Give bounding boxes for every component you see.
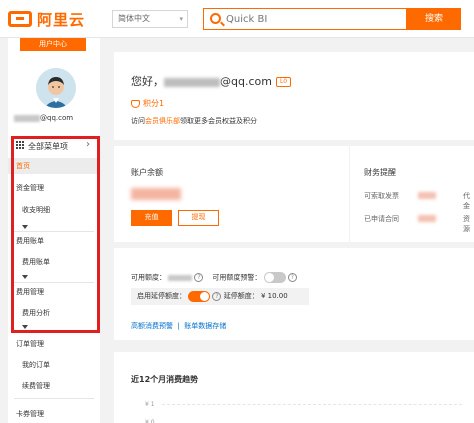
withdraw-button[interactable]: 提现 — [178, 210, 219, 226]
top-bar: 阿里云 简体中文 ▾ 搜索 — [0, 0, 474, 38]
sidebar-item-income-expense[interactable]: 收支明细 — [8, 202, 100, 218]
logo-text: 阿里云 — [37, 10, 86, 29]
all-menu-toggle[interactable]: 全部菜单项 › — [8, 138, 100, 152]
available-credit-row: 可用额度： ? 可用额度预警： ? — [131, 272, 297, 283]
trend-gridline — [162, 404, 462, 405]
help-icon[interactable]: ? — [287, 273, 297, 282]
caret-down-icon[interactable] — [22, 325, 28, 329]
level-badge: L0 — [275, 77, 292, 87]
high-spend-alert-link[interactable]: 高额消费预警 — [131, 322, 173, 330]
greeting-email-suffix: @qq.com — [220, 75, 272, 88]
aliyun-logo-icon — [8, 11, 32, 27]
sidebar: 用户中心 @qq.com 全部菜单项 › 首页 资金管理 收支明细 费用账单 费… — [8, 38, 100, 423]
points-icon — [131, 99, 140, 108]
sidebar-item-home[interactable]: 首页 — [8, 158, 100, 174]
trend-y-tick: ¥ 1 — [145, 401, 155, 408]
greeting-prefix: 您好， — [131, 75, 164, 88]
sidebar-item-cost-analysis[interactable]: 费用分析 — [8, 305, 100, 321]
deferred-amount-label: 延停额度： — [223, 292, 259, 300]
finance-row-voucher[interactable]: 代金 — [463, 191, 474, 211]
contract-value-redaction — [418, 215, 436, 222]
search-icon — [210, 13, 221, 24]
spending-trend-card — [114, 352, 474, 423]
email-redaction — [14, 114, 40, 122]
deferred-credit-bar: 启用延停额度： ? 延停额度： ¥ 10.00 — [131, 288, 309, 305]
available-credit-label: 可用额度： — [131, 273, 166, 282]
deferred-credit-label: 启用延停额度： — [137, 292, 186, 300]
credit-links: 高额消费预警 | 账单数据存储 — [131, 322, 227, 330]
deferred-amount-value: ¥ 10.00 — [260, 292, 288, 300]
avatar-image — [36, 68, 76, 108]
balance-redaction — [131, 188, 181, 200]
chevron-right-icon: › — [86, 139, 90, 150]
visit-suffix: 领取更多会员权益及积分 — [180, 117, 257, 125]
balance-title: 账户余额 — [131, 168, 163, 177]
bill-data-storage-link[interactable]: 账单数据存储 — [184, 322, 226, 330]
sidebar-item-coupon[interactable]: 卡券管理 — [8, 406, 100, 422]
member-visit-text: 访问会员俱乐部领取更多会员权益及积分 — [131, 116, 257, 126]
profile-card — [114, 52, 474, 140]
credit-alert-label: 可用额度预警： — [212, 273, 262, 282]
help-icon[interactable]: ? — [194, 273, 204, 282]
name-redaction — [164, 77, 220, 87]
divider — [14, 282, 94, 283]
avatar[interactable] — [36, 68, 76, 108]
sidebar-item-billing[interactable]: 费用账单 — [8, 233, 100, 249]
caret-down-icon[interactable] — [22, 275, 28, 279]
finance-row-invoice[interactable]: 可索取发票 — [364, 191, 399, 201]
recharge-button[interactable]: 充值 — [131, 210, 172, 226]
sidebar-item-renewal[interactable]: 续费管理 — [8, 378, 100, 394]
user-center-tab[interactable]: 用户中心 — [20, 38, 86, 51]
sidebar-item-bill-detail[interactable]: 费用账单 — [8, 254, 100, 270]
divider — [14, 231, 94, 232]
finance-row-contract[interactable]: 已申请合同 — [364, 214, 399, 224]
trend-y-tick-zero: ¥ 0 — [145, 419, 155, 423]
sidebar-item-fund-management[interactable]: 资金管理 — [8, 180, 100, 196]
spending-trend-title: 近12个月消费趋势 — [131, 375, 199, 384]
language-label: 简体中文 — [118, 14, 150, 23]
language-select[interactable]: 简体中文 ▾ — [112, 10, 188, 28]
member-club-link[interactable]: 会员俱乐部 — [145, 117, 180, 125]
points-label: 积分1 — [143, 99, 165, 108]
points-link[interactable]: 积分1 — [131, 98, 164, 109]
search-input[interactable] — [226, 11, 404, 27]
visit-prefix: 访问 — [131, 117, 145, 125]
chevron-down-icon: ▾ — [179, 15, 183, 23]
sidebar-item-order-management[interactable]: 订单管理 — [8, 336, 100, 352]
aliyun-logo[interactable]: 阿里云 — [8, 9, 85, 29]
search-box — [203, 8, 407, 30]
all-menu-label: 全部菜单项 — [28, 142, 68, 151]
credit-alert-toggle[interactable] — [263, 272, 286, 283]
sidebar-email-suffix: @qq.com — [40, 114, 74, 122]
finance-row-resource[interactable]: 资源 — [463, 214, 474, 234]
search-button[interactable]: 搜索 — [407, 8, 461, 30]
greeting: 您好， @qq.com L0 — [131, 73, 292, 89]
caret-down-icon[interactable] — [22, 225, 28, 229]
deferred-credit-toggle[interactable] — [188, 290, 211, 302]
sidebar-item-cost-management[interactable]: 费用管理 — [8, 284, 100, 300]
help-icon[interactable]: ? — [212, 291, 222, 301]
sidebar-email: @qq.com — [14, 114, 73, 122]
divider — [14, 398, 94, 399]
invoice-value-redaction — [418, 192, 436, 199]
finance-title: 财务提醒 — [364, 168, 396, 177]
sidebar-item-my-orders[interactable]: 我的订单 — [8, 357, 100, 373]
available-credit-redaction — [168, 274, 193, 281]
grid-icon — [16, 141, 24, 149]
